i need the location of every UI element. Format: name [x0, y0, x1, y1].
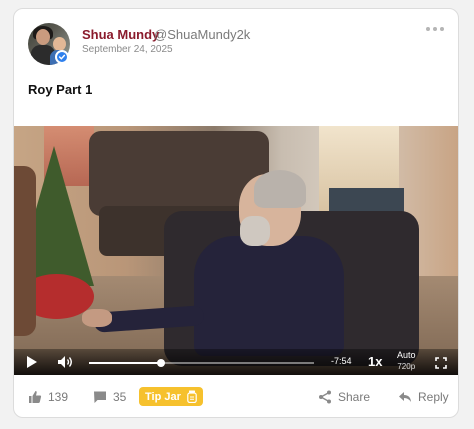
- author-handle[interactable]: @ShuaMundy2k: [154, 27, 250, 42]
- quality-value: 720p: [397, 362, 416, 371]
- play-button[interactable]: [26, 355, 38, 369]
- thumbs-up-icon: [29, 391, 42, 403]
- video-controls: -7:54 1x Auto 720p: [14, 349, 458, 375]
- like-button[interactable]: 139: [28, 390, 68, 404]
- reply-icon: [399, 392, 411, 402]
- post-card: Shua Mundy @ShuaMundy2k September 24, 20…: [13, 8, 459, 418]
- share-button[interactable]: Share: [318, 390, 370, 404]
- quality-button[interactable]: Auto 720p: [397, 350, 416, 372]
- playback-speed-button[interactable]: 1x: [368, 354, 382, 369]
- comment-icon: [94, 391, 106, 403]
- time-remaining: -7:54: [331, 356, 352, 366]
- comment-count: 35: [113, 390, 127, 404]
- post-title: Roy Part 1: [28, 82, 93, 97]
- quality-label: Auto: [397, 350, 416, 360]
- progress-knob[interactable]: [157, 359, 165, 367]
- fullscreen-icon: [435, 357, 447, 369]
- progress-bar[interactable]: [89, 359, 314, 367]
- reply-button[interactable]: Reply: [398, 390, 449, 404]
- comment-button[interactable]: 35: [93, 390, 126, 404]
- share-icon: [319, 390, 331, 404]
- reply-label: Reply: [418, 390, 449, 404]
- fullscreen-button[interactable]: [435, 356, 447, 369]
- more-options-button[interactable]: [426, 23, 444, 35]
- author-name[interactable]: Shua Mundy: [82, 27, 159, 42]
- share-label: Share: [338, 390, 371, 404]
- tip-jar-label: Tip Jar: [145, 390, 181, 403]
- volume-icon: [58, 356, 72, 368]
- video-player[interactable]: -7:54 1x Auto 720p: [14, 126, 458, 375]
- post-date: September 24, 2025: [82, 44, 173, 55]
- play-icon: [27, 356, 37, 368]
- progress-fill: [89, 362, 161, 364]
- volume-button[interactable]: [57, 355, 73, 369]
- tip-jar-button[interactable]: Tip Jar: [139, 387, 203, 406]
- more-dots-icon: [426, 27, 430, 31]
- post-footer: 139 35 Tip Jar Share Reply: [14, 387, 458, 411]
- like-count: 139: [48, 390, 69, 404]
- tip-jar-icon: [187, 390, 197, 403]
- verified-badge-icon: [55, 50, 69, 64]
